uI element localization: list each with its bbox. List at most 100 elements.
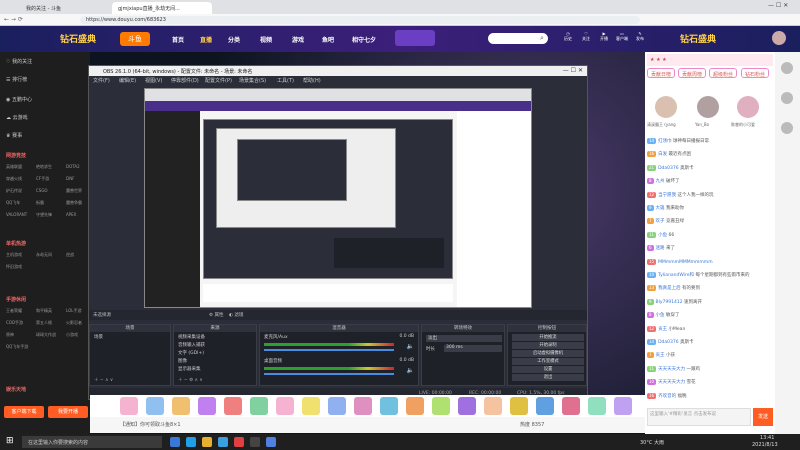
tool-icon[interactable] bbox=[781, 92, 793, 104]
sidebar-cell[interactable]: QQ飞车 bbox=[6, 200, 20, 206]
obs-menu-profile[interactable]: 配置文件(P) bbox=[205, 77, 232, 84]
history-icon[interactable]: ◷ 历史 bbox=[562, 31, 574, 42]
chat-username[interactable]: 九州 bbox=[656, 179, 665, 184]
sidebar-cell[interactable]: 火影忍者 bbox=[66, 320, 82, 326]
nav-arrows-icon[interactable]: ← → ⟳ bbox=[4, 16, 23, 23]
sidebar-cell[interactable]: CF手游 bbox=[36, 176, 49, 182]
source-item[interactable]: 文字 (GDI+) bbox=[178, 350, 204, 356]
sidebar-item-center[interactable]: ◉ 五鹏中心 bbox=[6, 96, 32, 103]
gift-item[interactable] bbox=[146, 397, 164, 415]
filters-button[interactable]: ◐ 滤镜 bbox=[229, 312, 243, 318]
chat-username[interactable]: 红领巾 bbox=[658, 139, 672, 144]
chat-username[interactable]: 天天天天大力 bbox=[658, 367, 685, 372]
obs-window-controls[interactable]: — ☐ ✕ bbox=[563, 67, 583, 74]
chat-send-button[interactable]: 发送 bbox=[753, 408, 773, 426]
chat-username[interactable]: 迷路 bbox=[656, 246, 665, 251]
sidebar-cell[interactable]: DNF bbox=[66, 176, 74, 181]
chat-username[interactable]: 白发 bbox=[658, 152, 667, 157]
scene-toolbar[interactable]: ＋ − ∧ ∨ bbox=[94, 377, 113, 383]
search-icon[interactable]: ⌕ bbox=[540, 34, 544, 43]
edge-icon[interactable] bbox=[186, 437, 196, 447]
obs-menu-scenecollection[interactable]: 场景集合(S) bbox=[239, 77, 266, 84]
url-field[interactable]: https://www.douyu.com/683623 bbox=[80, 16, 640, 24]
studio-mode-button[interactable]: 工作室模式 bbox=[512, 358, 584, 365]
sidebar-cell[interactable]: 和平精英 bbox=[36, 308, 52, 314]
client-icon[interactable]: ▭ 客户端 bbox=[616, 31, 628, 42]
sidebar-cell[interactable]: APEX bbox=[66, 212, 76, 217]
weather-widget[interactable]: 30°C 大雨 bbox=[640, 439, 664, 446]
sidebar-cell[interactable]: 魔兽世界 bbox=[66, 188, 82, 194]
scene-item[interactable]: 场景 bbox=[94, 334, 103, 340]
chat-username[interactable]: 贡王 bbox=[658, 327, 667, 332]
app-icon[interactable] bbox=[266, 437, 276, 447]
chat-tab-weekly[interactable]: 贡献周榜 bbox=[678, 68, 707, 78]
promo-banner[interactable] bbox=[395, 30, 435, 46]
mixer-volume-slider[interactable] bbox=[264, 373, 394, 375]
nav-video[interactable]: 视频 bbox=[260, 35, 272, 44]
client-download-button[interactable]: 客户端下载 bbox=[4, 406, 44, 418]
sidebar-cell[interactable]: 守望先锋 bbox=[36, 212, 52, 218]
chat-username[interactable]: 大雄 bbox=[656, 206, 665, 211]
browser-tab-0[interactable]: 我的关注 - 斗鱼 bbox=[20, 2, 80, 14]
speaker-icon[interactable]: 🔈 bbox=[407, 367, 414, 374]
exit-button[interactable]: 退出 bbox=[512, 374, 584, 381]
source-item[interactable]: 图像 bbox=[178, 358, 187, 364]
gift-item[interactable] bbox=[276, 397, 294, 415]
obs-icon[interactable] bbox=[250, 437, 260, 447]
virtual-camera-button[interactable]: 启动虚拟摄像机 bbox=[512, 350, 584, 357]
gift-item[interactable] bbox=[510, 397, 528, 415]
transition-select[interactable]: 淡出 bbox=[426, 335, 502, 342]
chat-username[interactable]: Dda0376 bbox=[658, 166, 679, 171]
sidebar-cell[interactable]: CSGO bbox=[36, 188, 48, 193]
sidebar-cell[interactable]: 原神 bbox=[6, 332, 14, 338]
obs-menu-edit[interactable]: 编辑(E) bbox=[119, 77, 136, 84]
store-icon[interactable] bbox=[218, 437, 228, 447]
chat-username[interactable]: 小鱼 bbox=[658, 233, 667, 238]
tool-icon[interactable] bbox=[781, 62, 793, 74]
sidebar-cell[interactable]: VALORANT bbox=[6, 212, 27, 217]
sidebar-cell[interactable]: 小游戏 bbox=[66, 332, 78, 338]
gift-item[interactable] bbox=[224, 397, 242, 415]
sidebar-cell[interactable]: 绝地求生 bbox=[36, 164, 52, 170]
follow-icon[interactable]: ♡ 关注 bbox=[580, 31, 592, 42]
chat-username[interactable]: 贡王 bbox=[656, 353, 665, 358]
chat-username[interactable]: 我真是上后 bbox=[658, 286, 681, 291]
mixer-volume-slider[interactable] bbox=[264, 349, 394, 351]
sidebar-cell[interactable]: 街霸 bbox=[36, 200, 44, 206]
tool-icon[interactable] bbox=[781, 122, 793, 134]
app-icon[interactable] bbox=[234, 437, 244, 447]
nav-category[interactable]: 分类 bbox=[228, 35, 240, 44]
sidebar-cell[interactable]: 怀旧游戏 bbox=[6, 264, 22, 270]
sidebar-cell[interactable]: 主机游戏 bbox=[6, 252, 22, 258]
rank-avatar-1[interactable] bbox=[655, 96, 677, 118]
gift-item[interactable] bbox=[458, 397, 476, 415]
obs-preview[interactable] bbox=[144, 88, 532, 308]
sidebar-cell[interactable]: QQ飞车手游 bbox=[6, 344, 28, 350]
avatar[interactable] bbox=[772, 31, 786, 45]
sidebar-cell[interactable]: 王者荣耀 bbox=[6, 308, 22, 314]
gift-item[interactable] bbox=[380, 397, 398, 415]
obs-menu-file[interactable]: 文件(F) bbox=[93, 77, 110, 84]
chat-tab-daily[interactable]: 贡献日榜 bbox=[647, 68, 676, 78]
properties-button[interactable]: ⚙ 属性 bbox=[209, 312, 223, 318]
gift-item[interactable] bbox=[562, 397, 580, 415]
nav-home[interactable]: 首页 bbox=[172, 35, 184, 44]
chat-top-banner[interactable]: ★ ★ ★ bbox=[647, 54, 773, 66]
search-input[interactable] bbox=[488, 33, 548, 44]
nav-qixi[interactable]: 相守七夕 bbox=[352, 35, 376, 44]
gift-item[interactable] bbox=[588, 397, 606, 415]
source-item[interactable]: 音频输入捕获 bbox=[178, 342, 205, 348]
gift-item[interactable] bbox=[484, 397, 502, 415]
obs-menu-view[interactable]: 视图(V) bbox=[145, 77, 162, 84]
chat-username[interactable]: 小鱼 bbox=[656, 313, 665, 318]
source-toolbar[interactable]: ＋ − ⚙ ∧ ∨ bbox=[178, 377, 203, 383]
sidebar-cell[interactable]: 第五人格 bbox=[36, 320, 52, 326]
start-streaming-button[interactable]: 开始推流 bbox=[512, 334, 584, 341]
taskbar-search[interactable]: 在这里输入你要搜索的内容 bbox=[22, 436, 162, 448]
gift-item[interactable] bbox=[198, 397, 216, 415]
broadcast-icon[interactable]: ▶ 开播 bbox=[598, 31, 610, 42]
sidebar-cell[interactable]: 逆战 bbox=[66, 252, 74, 258]
sidebar-cell[interactable]: 魔兽争霸 bbox=[66, 200, 82, 206]
gift-item[interactable] bbox=[302, 397, 320, 415]
clock-date[interactable]: 2021/8/13 bbox=[752, 442, 778, 448]
